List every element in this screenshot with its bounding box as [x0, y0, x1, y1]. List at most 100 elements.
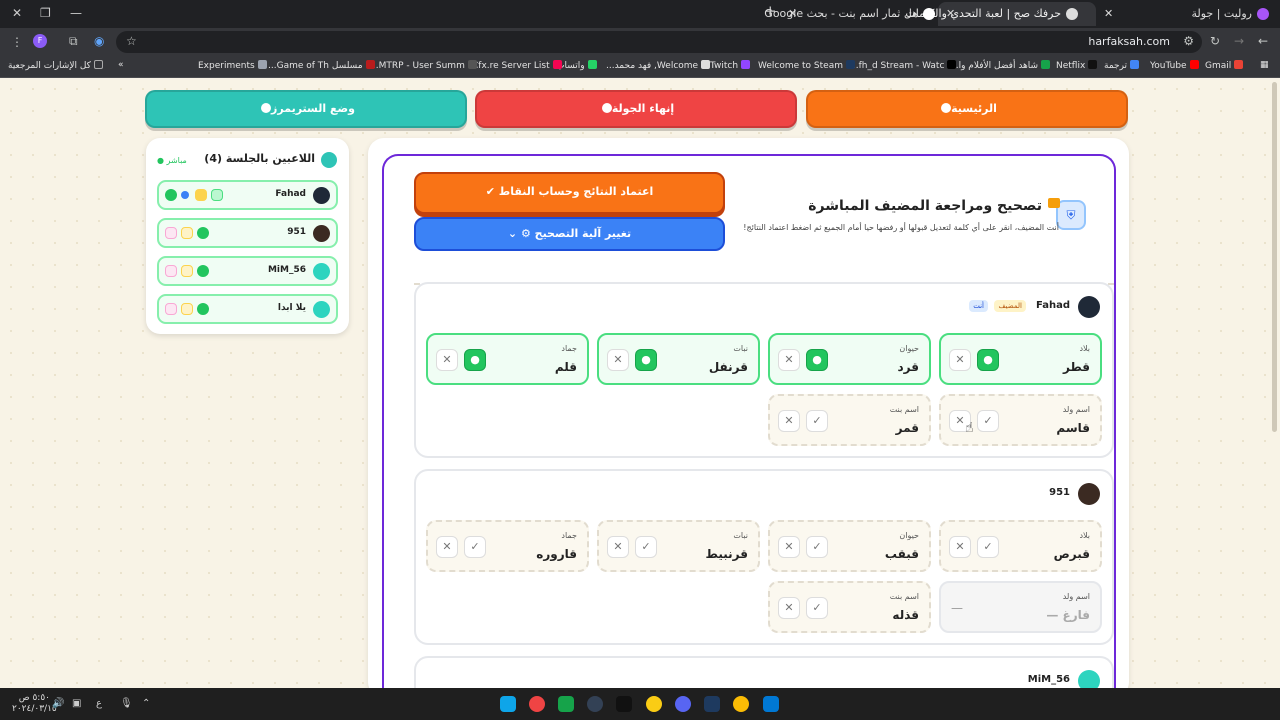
minimize-window-icon[interactable]: — — [70, 6, 82, 20]
change-method-button[interactable]: ⌄ ⚙ تغيير آلية التصحيح — [414, 217, 725, 251]
accept-icon[interactable]: ✓ — [464, 536, 486, 558]
page-scrollbar[interactable] — [1272, 82, 1277, 432]
reject-icon[interactable]: ✕ — [436, 536, 458, 558]
crown-icon[interactable] — [181, 303, 193, 315]
accept-icon[interactable]: ✓ — [806, 536, 828, 558]
back-icon[interactable]: ← — [1258, 34, 1268, 48]
omnibox[interactable]: ☆ harfaksah.com ⚙ — [116, 31, 1202, 53]
reject-icon[interactable]: ✕ — [607, 536, 629, 558]
reject-icon[interactable]: ✕ — [949, 349, 971, 371]
answer-cell[interactable]: حيوان قبقب ✓ ✕ — [768, 520, 931, 572]
bookmark-translate[interactable]: ترجمة — [1104, 60, 1140, 71]
bookmark-experiments[interactable]: Experiments — [198, 60, 267, 71]
all-bookmarks[interactable]: كل الإشارات المرجعية — [8, 60, 103, 71]
accept-icon[interactable]: ✓ — [806, 597, 828, 619]
bookmark-gmail[interactable]: Gmail — [1205, 60, 1244, 71]
microphone-icon[interactable]: 🎙 — [120, 698, 133, 709]
answer-cell[interactable]: اسم بنت قذله ✓ ✕ — [768, 581, 931, 633]
bookmark-whatsapp[interactable]: واتساب — [556, 60, 597, 71]
player-row[interactable]: يلا ابدا — [157, 294, 338, 324]
app-icon[interactable] — [558, 696, 574, 712]
accept-icon[interactable]: ● — [464, 349, 486, 371]
accept-icon[interactable]: ✓ — [806, 410, 828, 432]
accept-icon[interactable]: ● — [977, 349, 999, 371]
accept-icon[interactable]: ✓ — [977, 410, 999, 432]
reject-icon[interactable]: ✕ — [949, 536, 971, 558]
close-window-icon[interactable]: ✕ — [12, 6, 22, 20]
bookmarks-overflow-icon[interactable]: » — [118, 60, 124, 70]
chrome-icon[interactable] — [733, 696, 749, 712]
answer-cell[interactable]: اسم بنت قمر ✓ ✕ — [768, 394, 931, 446]
bookmark-shahid[interactable]: شاهد أفضل الأفلام وا... — [950, 60, 1051, 71]
answer-cell[interactable]: جماد قلم ● ✕ — [426, 333, 589, 385]
volume-icon[interactable]: 🔊 — [52, 698, 64, 709]
kick-player-icon[interactable] — [165, 265, 177, 277]
app-icon[interactable] — [500, 696, 516, 712]
answer-cell[interactable]: حيوان قرد ● ✕ — [768, 333, 931, 385]
bookmark-twitch[interactable]: Twitch — [710, 60, 751, 71]
player-row[interactable]: MiM_56 — [157, 256, 338, 286]
answer-cell[interactable]: بلاد قبرص ✓ ✕ — [939, 520, 1102, 572]
app-icon[interactable] — [616, 696, 632, 712]
tab-roulette[interactable]: روليت | جولة — [1119, 2, 1269, 26]
app-icon[interactable] — [587, 696, 603, 712]
bookmark-youtube[interactable]: YouTube — [1150, 60, 1199, 71]
reject-icon[interactable]: ✕ — [778, 597, 800, 619]
bookmark-star-icon[interactable]: ☆ — [126, 34, 137, 48]
kick-player-icon[interactable] — [165, 227, 177, 239]
menu-dots-icon[interactable]: ⋮ — [11, 35, 23, 49]
reject-icon[interactable]: ✕ — [436, 349, 458, 371]
network-icon[interactable]: ▣ — [72, 698, 81, 709]
reject-icon[interactable]: ✕ — [778, 410, 800, 432]
answer-cell[interactable]: نبات قرنبيط ✓ ✕ — [597, 520, 760, 572]
accept-icon[interactable]: ● — [806, 349, 828, 371]
app-icon[interactable] — [529, 696, 545, 712]
tab-google-search[interactable]: هل ثمار اسم بنت - بحث Google — [764, 2, 935, 26]
forward-icon[interactable]: → — [1234, 34, 1244, 48]
accept-icon[interactable]: ● — [635, 349, 657, 371]
end-round-button[interactable]: إنهاء الجولة — [475, 90, 797, 128]
crown-icon[interactable] — [181, 227, 193, 239]
bookmark-netflix[interactable]: Netflix — [1056, 60, 1098, 71]
answer-cell[interactable]: اسم ولد — فارغ — — [939, 581, 1102, 633]
close-tab-icon[interactable]: ✕ — [788, 2, 797, 26]
kick-player-icon[interactable] — [165, 303, 177, 315]
apps-grid-icon[interactable]: ▦ — [1260, 60, 1269, 70]
discord-icon[interactable] — [675, 696, 691, 712]
close-tab-icon[interactable]: ✕ — [946, 2, 955, 26]
site-settings-icon[interactable]: ⚙ — [1183, 34, 1194, 48]
windows-start-icon[interactable] — [763, 696, 779, 712]
maximize-window-icon[interactable]: ❐ — [40, 6, 51, 20]
reject-icon[interactable]: ✕ — [778, 536, 800, 558]
language-indicator[interactable]: ع — [96, 698, 102, 709]
reject-icon[interactable]: ✕ — [607, 349, 629, 371]
player-row[interactable]: 951 — [157, 218, 338, 248]
profile-avatar[interactable]: F — [33, 34, 47, 48]
approve-results-button[interactable]: ✔ اعتماد النتائج وحساب النقاط — [414, 172, 725, 214]
bookmark-got[interactable]: مسلسل Game of Th... — [268, 60, 375, 71]
answer-cell[interactable]: جماد قاروره ✓ ✕ — [426, 520, 589, 572]
streamer-mode-button[interactable]: وضع الستريمرز — [145, 90, 467, 128]
media-cast-icon[interactable]: ◉ — [94, 34, 104, 48]
bookmark-mtrp[interactable]: MTRP - User Summ... — [370, 60, 477, 71]
player-row[interactable]: Fahad — [157, 180, 338, 210]
tray-expand-icon[interactable]: ⌃ — [142, 698, 150, 709]
bookmark-stream[interactable]: fh_d Stream - Watc... — [850, 60, 957, 71]
app-icon[interactable] — [646, 696, 662, 712]
answer-cell[interactable]: بلاد قطر ● ✕ — [939, 333, 1102, 385]
bookmark-cfx[interactable]: Cfx.re Server List — [472, 60, 562, 71]
tab-harfaksah[interactable]: حرفك صح | لعبة التحدي والكلمات — [905, 2, 1096, 26]
answer-cell[interactable]: اسم ولد قاسم ✓ ✕ — [939, 394, 1102, 446]
home-button[interactable]: الرئيسية — [806, 90, 1128, 128]
bookmark-welcome[interactable]: Welcome, فهد محمد... — [606, 60, 711, 71]
reload-icon[interactable]: ↻ — [1210, 34, 1220, 48]
bookmark-steam[interactable]: Welcome to Steam — [758, 60, 855, 71]
crown-icon[interactable] — [181, 265, 193, 277]
answer-cell[interactable]: نبات قرنفل ● ✕ — [597, 333, 760, 385]
accept-icon[interactable]: ✓ — [977, 536, 999, 558]
close-tab-icon[interactable]: ✕ — [1104, 2, 1113, 26]
extensions-icon[interactable]: ⧉ — [69, 34, 78, 49]
reject-icon[interactable]: ✕ — [778, 349, 800, 371]
clock[interactable]: ٥:٥٠ ص ٢٠٢٤/٠٣/١٥ — [12, 693, 57, 715]
accept-icon[interactable]: ✓ — [635, 536, 657, 558]
